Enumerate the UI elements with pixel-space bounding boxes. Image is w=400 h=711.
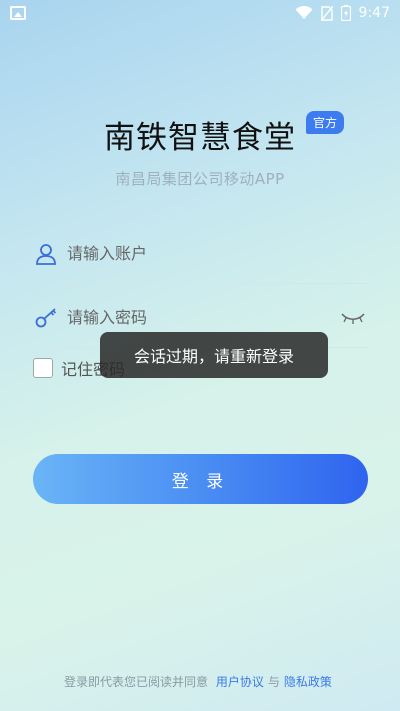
user-agreement-link[interactable]: 用户协议 bbox=[216, 675, 264, 689]
gallery-icon bbox=[10, 6, 26, 20]
account-field bbox=[33, 224, 367, 284]
official-badge: 官方 bbox=[306, 111, 345, 134]
no-sim-icon bbox=[320, 5, 333, 21]
wifi-icon bbox=[295, 6, 313, 19]
remember-checkbox[interactable] bbox=[33, 358, 53, 378]
status-time: 9:47 bbox=[358, 5, 390, 21]
agreement-text: 登录即代表您已阅读并同意 用户协议与隐私政策 bbox=[0, 673, 400, 690]
login-button[interactable]: 登 录 bbox=[33, 454, 368, 504]
password-input[interactable] bbox=[67, 308, 339, 327]
app-subtitle: 南昌局集团公司移动APP bbox=[115, 170, 285, 188]
privacy-policy-link[interactable]: 隐私政策 bbox=[284, 675, 332, 689]
eye-closed-icon[interactable] bbox=[339, 305, 367, 331]
key-icon bbox=[33, 305, 59, 331]
battery-charging-icon bbox=[340, 5, 351, 21]
status-bar: 9:47 bbox=[0, 0, 400, 26]
agreement-prefix: 登录即代表您已阅读并同意 bbox=[64, 675, 209, 689]
user-icon bbox=[33, 241, 59, 267]
agreement-and: 与 bbox=[267, 675, 280, 689]
session-expired-toast: 会话过期，请重新登录 bbox=[100, 332, 328, 378]
account-input[interactable] bbox=[67, 244, 367, 263]
